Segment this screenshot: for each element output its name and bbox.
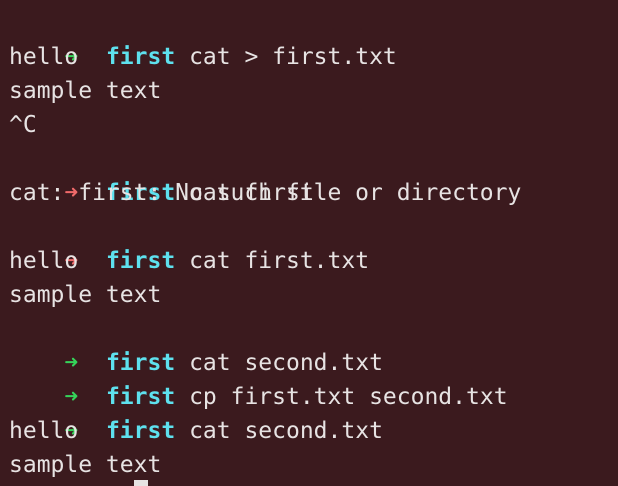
command-text: cat > first.txt bbox=[189, 44, 397, 70]
prompt-line: ➜ first cat > first.txt bbox=[9, 6, 618, 70]
output-line: sample text bbox=[9, 78, 162, 104]
prompt-directory: first bbox=[105, 248, 176, 274]
output-line: ^C bbox=[9, 112, 37, 138]
command-text: cp first.txt second.txt bbox=[189, 384, 508, 410]
command-text: cat first.txt bbox=[189, 248, 370, 274]
prompt-directory: first bbox=[105, 44, 176, 70]
terminal-window[interactable]: ➜ first cat > first.txt hello sample tex… bbox=[0, 0, 618, 486]
prompt-arrow-success-icon: ➜ bbox=[64, 350, 79, 376]
command-text: cat second.txt bbox=[189, 350, 383, 376]
prompt-directory: first bbox=[105, 418, 176, 444]
prompt-line: ➜ first cat first.txt bbox=[9, 210, 618, 274]
output-line: sample text bbox=[9, 282, 162, 308]
prompt-directory: first bbox=[105, 350, 176, 376]
command-text: cat second.txt bbox=[189, 418, 383, 444]
prompt-line: ➜ first cat first bbox=[9, 142, 618, 206]
output-line: sample text bbox=[9, 452, 162, 478]
prompt-arrow-success-icon: ➜ bbox=[64, 384, 79, 410]
error-output-line: cat: first: No such file or directory bbox=[9, 180, 522, 206]
prompt-line: ➜ first cat second.txt bbox=[9, 312, 618, 376]
terminal-cursor bbox=[134, 480, 148, 486]
prompt-directory: first bbox=[105, 384, 176, 410]
